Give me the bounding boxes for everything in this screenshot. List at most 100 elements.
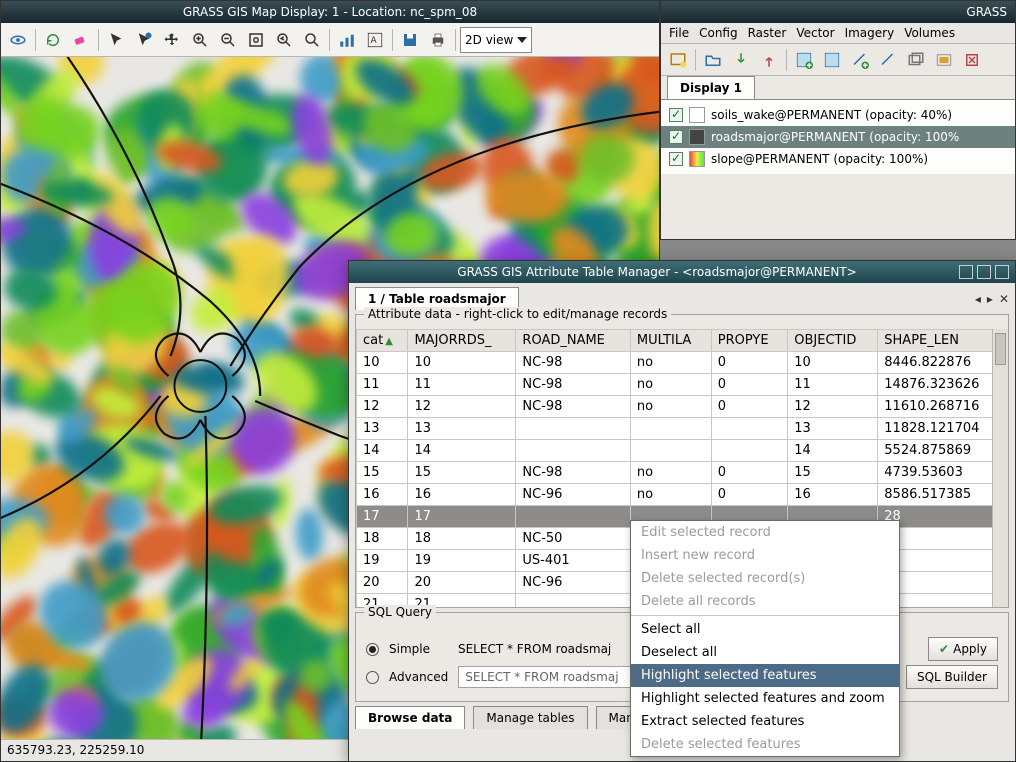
- add-raster-misc-icon[interactable]: [819, 47, 845, 73]
- layer-checkbox[interactable]: [669, 130, 683, 144]
- layer-row[interactable]: slope@PERMANENT (opacity: 100%): [661, 148, 1015, 170]
- load-workspace-icon[interactable]: [756, 47, 782, 73]
- zoom-extent-icon[interactable]: [243, 27, 269, 53]
- svg-text:A: A: [371, 36, 378, 46]
- attr-titlebar: GRASS GIS Attribute Table Manager - <roa…: [349, 261, 1015, 283]
- layer-label: slope@PERMANENT (opacity: 100%): [711, 152, 928, 166]
- display-tab[interactable]: Display 1: [667, 76, 755, 99]
- layer-list: soils_wake@PERMANENT (opacity: 40%) road…: [661, 100, 1015, 174]
- save-map-icon[interactable]: [397, 27, 423, 53]
- menu-file[interactable]: File: [669, 26, 689, 40]
- show-map-icon[interactable]: [5, 27, 31, 53]
- sql-builder-button[interactable]: SQL Builder: [906, 665, 998, 689]
- maximize-icon[interactable]: [977, 265, 991, 279]
- ctx-edit-selected-record: Edit selected record: [631, 521, 899, 544]
- col-road_name[interactable]: ROAD_NAME: [516, 330, 631, 352]
- menu-volumes[interactable]: Volumes: [904, 26, 955, 40]
- print-icon[interactable]: [425, 27, 451, 53]
- overlay-icon[interactable]: A: [362, 27, 388, 53]
- zoom-menu-icon[interactable]: [299, 27, 325, 53]
- table-row[interactable]: 1414145524.875869: [357, 440, 1008, 462]
- analyze-icon[interactable]: [334, 27, 360, 53]
- col-propye[interactable]: PROPYE: [711, 330, 788, 352]
- layers-titlebar: GRASS: [661, 1, 1015, 23]
- ctx-highlight-selected-features-and-zoom[interactable]: Highlight selected features and zoom: [631, 687, 899, 710]
- table-row[interactable]: 13131311828.121704: [357, 418, 1008, 440]
- tab-browse-data[interactable]: Browse data: [355, 706, 465, 729]
- vertical-scrollbar[interactable]: [992, 329, 1008, 607]
- layers-title: GRASS: [966, 5, 1007, 19]
- sql-group-label: SQL Query: [364, 605, 436, 619]
- window-controls: [959, 265, 1009, 279]
- map-titlebar: GRASS GIS Map Display: 1 - Location: nc_…: [1, 1, 659, 23]
- open-workspace-icon[interactable]: [700, 47, 726, 73]
- ctx-extract-selected-features[interactable]: Extract selected features: [631, 710, 899, 733]
- menu-vector[interactable]: Vector: [796, 26, 834, 40]
- sql-simple-text: SELECT * FROM roadsmaj: [458, 642, 611, 656]
- add-vector-misc-icon[interactable]: [875, 47, 901, 73]
- add-group-icon[interactable]: [903, 47, 929, 73]
- vector-points-icon: [689, 107, 705, 123]
- view-mode-select[interactable]: 2D view: [460, 27, 532, 53]
- sql-advanced-radio[interactable]: [366, 671, 379, 684]
- save-workspace-icon[interactable]: [728, 47, 754, 73]
- scroll-thumb[interactable]: [995, 333, 1006, 365]
- vector-lines-icon: [689, 129, 705, 145]
- layer-manager-window: GRASS File Config Raster Vector Imagery …: [660, 0, 1016, 240]
- layer-checkbox[interactable]: [669, 152, 683, 166]
- col-objectid[interactable]: OBJECTID: [788, 330, 878, 352]
- raster-icon: [689, 151, 705, 167]
- layer-checkbox[interactable]: [669, 108, 683, 122]
- tab-manage-tables[interactable]: Manage tables: [473, 706, 587, 729]
- table-row[interactable]: 1212NC-98no01211610.268716: [357, 396, 1008, 418]
- ctx-insert-new-record: Insert new record: [631, 544, 899, 567]
- pointer-icon[interactable]: [103, 27, 129, 53]
- erase-icon[interactable]: [68, 27, 94, 53]
- layers-toolbar: [661, 44, 1015, 76]
- menu-config[interactable]: Config: [699, 26, 738, 40]
- menu-raster[interactable]: Raster: [748, 26, 787, 40]
- query-icon[interactable]: [131, 27, 157, 53]
- ctx-delete-all-records: Delete all records: [631, 590, 899, 613]
- group-label: Attribute data - right-click to edit/man…: [364, 307, 671, 321]
- col-shape_len[interactable]: SHAPE_LEN: [878, 330, 1008, 352]
- table-row[interactable]: 1515NC-98no0154739.53603: [357, 462, 1008, 484]
- apply-button[interactable]: ✔Apply: [928, 637, 998, 661]
- remove-layer-icon[interactable]: [959, 47, 985, 73]
- layer-row[interactable]: soils_wake@PERMANENT (opacity: 40%): [661, 104, 1015, 126]
- layer-label: soils_wake@PERMANENT (opacity: 40%): [711, 108, 952, 122]
- new-display-icon[interactable]: [665, 47, 691, 73]
- redraw-icon[interactable]: [40, 27, 66, 53]
- table-row[interactable]: 1616NC-96no0168586.517385: [357, 484, 1008, 506]
- col-cat[interactable]: cat▲: [357, 330, 408, 352]
- sql-advanced-label: Advanced: [389, 670, 448, 684]
- add-raster-icon[interactable]: [791, 47, 817, 73]
- tab-close-icon[interactable]: ✕: [999, 292, 1009, 306]
- add-overlay-icon[interactable]: [931, 47, 957, 73]
- table-row[interactable]: 1010NC-98no0108446.822876: [357, 352, 1008, 374]
- col-majorrds_[interactable]: MAJORRDS_: [408, 330, 516, 352]
- attr-title: GRASS GIS Attribute Table Manager - <roa…: [457, 265, 856, 279]
- tab-next-icon[interactable]: ▸: [987, 292, 993, 306]
- ctx-deselect-all[interactable]: Deselect all: [631, 641, 899, 664]
- layer-label: roadsmajor@PERMANENT (opacity: 100%: [711, 130, 959, 144]
- minimize-icon[interactable]: [959, 265, 973, 279]
- col-multila[interactable]: MULTILA: [630, 330, 711, 352]
- attr-table-tabs: 1 / Table roadsmajor ◂ ▸ ✕: [349, 283, 1015, 310]
- sql-simple-radio[interactable]: [366, 643, 379, 656]
- ctx-select-all[interactable]: Select all: [631, 618, 899, 641]
- menu-imagery[interactable]: Imagery: [845, 26, 895, 40]
- ctx-highlight-selected-features[interactable]: Highlight selected features: [631, 664, 899, 687]
- table-row[interactable]: 1111NC-98no01114876.323626: [357, 374, 1008, 396]
- pan-icon[interactable]: [159, 27, 185, 53]
- map-toolbar: A 2D view: [1, 23, 659, 57]
- zoom-out-icon[interactable]: [215, 27, 241, 53]
- sql-simple-label: Simple: [389, 642, 430, 656]
- zoom-in-icon[interactable]: [187, 27, 213, 53]
- zoom-back-icon[interactable]: [271, 27, 297, 53]
- layer-row[interactable]: roadsmajor@PERMANENT (opacity: 100%: [661, 126, 1015, 148]
- add-vector-icon[interactable]: [847, 47, 873, 73]
- close-icon[interactable]: [995, 265, 1009, 279]
- ctx-delete-selected-features: Delete selected features: [631, 733, 899, 756]
- tab-prev-icon[interactable]: ◂: [975, 292, 981, 306]
